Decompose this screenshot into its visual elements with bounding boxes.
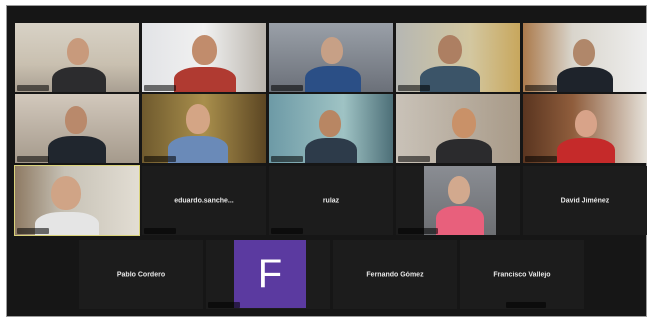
video-conference-grid: eduardo.sanche... rulaz David Jiménez Pa… [6,5,647,317]
participant-name-tag [525,85,557,91]
participant-name-tag [525,156,557,162]
participant-name-tag [271,85,303,91]
participant-name-tag [144,228,176,234]
participant-video-6[interactable] [15,94,139,163]
participant-video-7[interactable] [142,94,266,163]
participant-name: David Jiménez [560,197,610,204]
participant-name-tag [144,85,176,91]
participant-tile-avatar-f[interactable]: F [206,240,330,309]
participant-name: rulaz [322,197,340,204]
participant-tile-francisco-vallejo[interactable]: Francisco Vallejo [460,240,584,309]
participant-tile-david-jimenez[interactable]: David Jiménez [523,166,647,235]
participant-video-8[interactable] [269,94,393,163]
participant-name: eduardo.sanche... [174,197,234,204]
participant-video-14[interactable] [396,166,520,235]
participant-video-11-active-speaker[interactable] [14,165,140,236]
participant-name-tag [17,228,49,234]
participant-name-tag [506,302,546,308]
participant-tile-eduardo[interactable]: eduardo.sanche... [142,166,266,235]
participant-video-5[interactable] [523,23,647,92]
participant-name-tag [208,302,240,308]
participant-tile-rulaz[interactable]: rulaz [269,166,393,235]
participant-video-9[interactable] [396,94,520,163]
participant-name-tag [398,85,430,91]
participant-tile-pablo-cordero[interactable]: Pablo Cordero [79,240,203,309]
participant-video-1[interactable] [15,23,139,92]
participant-tile-fernando-gomez[interactable]: Fernando Gómez [333,240,457,309]
participant-video-3[interactable] [269,23,393,92]
participant-name-tag [271,228,303,234]
participant-name: Pablo Cordero [116,271,166,278]
participant-name-tag [398,228,438,234]
participant-name: Francisco Vallejo [493,271,551,278]
participant-name-tag [271,156,303,162]
participant-name-tag [398,156,430,162]
participant-video-10[interactable] [523,94,647,163]
participant-name-tag [144,156,176,162]
participant-name: Fernando Gómez [366,271,424,278]
participant-video-2[interactable] [142,23,266,92]
participant-name-tag [17,156,49,162]
participant-avatar: F [234,240,306,308]
participant-name-tag [17,85,49,91]
participant-video-4[interactable] [396,23,520,92]
